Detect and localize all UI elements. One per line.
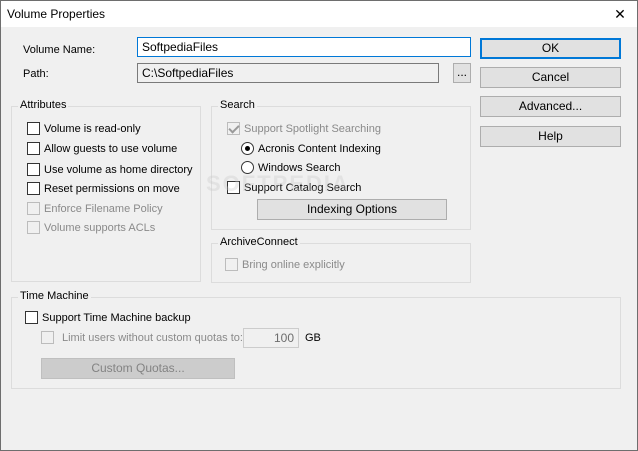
radio-button[interactable]	[241, 161, 254, 174]
checkbox-label: Reset permissions on move	[44, 182, 180, 195]
checkbox-home-directory[interactable]: Use volume as home directory	[27, 163, 193, 176]
radio-windows-search[interactable]: Windows Search	[241, 161, 341, 174]
advanced-button[interactable]: Advanced...	[480, 96, 621, 117]
volume-properties-dialog: Volume Properties ✕ Volume Name: Softped…	[0, 0, 638, 451]
checkbox-label: Allow guests to use volume	[44, 142, 178, 155]
checkbox-label: Support Catalog Search	[244, 181, 362, 194]
radio-button[interactable]	[241, 142, 254, 155]
ok-button[interactable]: OK	[480, 38, 621, 59]
checkbox-box[interactable]	[27, 182, 40, 195]
checkbox-spotlight[interactable]: Support Spotlight Searching	[227, 122, 381, 135]
quota-unit: GB	[305, 332, 321, 344]
indexing-options-button[interactable]: Indexing Options	[257, 199, 447, 220]
checkbox-enforce-filename-policy[interactable]: Enforce Filename Policy	[27, 202, 163, 215]
browse-button[interactable]: ...	[453, 63, 471, 83]
checkbox-box[interactable]	[27, 163, 40, 176]
checkbox-label: Use volume as home directory	[44, 163, 193, 176]
path-input[interactable]: C:\SoftpediaFiles	[137, 63, 439, 83]
checkbox-label: Volume is read-only	[44, 122, 141, 135]
checkbox-label: Bring online explicitly	[242, 258, 345, 271]
title-bar: Volume Properties ✕	[1, 1, 637, 27]
checkbox-box[interactable]	[227, 122, 240, 135]
help-button[interactable]: Help	[480, 126, 621, 147]
checkbox-label: Enforce Filename Policy	[44, 202, 163, 215]
radio-acronis[interactable]: Acronis Content Indexing	[241, 142, 381, 155]
checkbox-box[interactable]	[41, 331, 54, 344]
checkbox-box[interactable]	[227, 181, 240, 194]
search-group-title: Search	[218, 99, 257, 111]
archiveconnect-group-title: ArchiveConnect	[218, 236, 300, 248]
attributes-group-title: Attributes	[18, 99, 69, 111]
checkbox-box[interactable]	[27, 202, 40, 215]
checkbox-box[interactable]	[27, 122, 40, 135]
custom-quotas-button[interactable]: Custom Quotas...	[41, 358, 235, 379]
time-machine-group-title: Time Machine	[18, 290, 91, 302]
radio-label: Acronis Content Indexing	[258, 142, 381, 155]
checkbox-time-machine[interactable]: Support Time Machine backup	[25, 311, 191, 324]
checkbox-box[interactable]	[25, 311, 38, 324]
close-icon[interactable]: ✕	[603, 1, 637, 27]
checkbox-allow-guests[interactable]: Allow guests to use volume	[27, 142, 177, 155]
checkbox-label: Support Spotlight Searching	[244, 122, 381, 135]
checkbox-label: Limit users without custom quotas to:	[62, 331, 243, 344]
volume-name-label: Volume Name:	[23, 44, 96, 56]
checkbox-limit-users[interactable]: Limit users without custom quotas to:	[41, 331, 243, 344]
checkbox-label: Volume supports ACLs	[44, 221, 156, 234]
checkbox-supports-acls[interactable]: Volume supports ACLs	[27, 221, 155, 234]
checkbox-box[interactable]	[27, 142, 40, 155]
checkbox-read-only[interactable]: Volume is read-only	[27, 122, 141, 135]
cancel-button[interactable]: Cancel	[480, 67, 621, 88]
volume-name-input[interactable]: SoftpediaFiles	[137, 37, 471, 57]
checkbox-label: Support Time Machine backup	[42, 311, 191, 324]
radio-label: Windows Search	[258, 161, 341, 174]
checkbox-reset-permissions[interactable]: Reset permissions on move	[27, 182, 180, 195]
checkbox-catalog-search[interactable]: Support Catalog Search	[227, 181, 361, 194]
checkbox-box[interactable]	[225, 258, 238, 271]
window-title: Volume Properties	[7, 7, 106, 21]
checkbox-bring-online[interactable]: Bring online explicitly	[225, 258, 345, 271]
path-label: Path:	[23, 68, 49, 80]
checkbox-box[interactable]	[27, 221, 40, 234]
quota-input[interactable]: 100	[243, 328, 299, 348]
